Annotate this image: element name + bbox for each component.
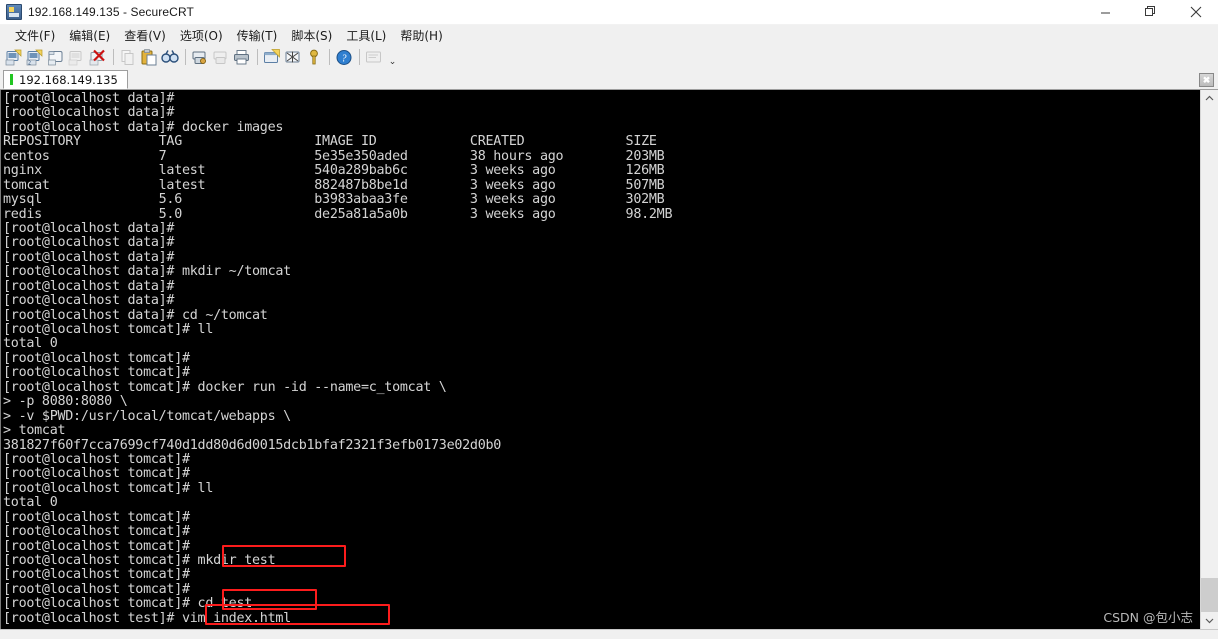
window-controls bbox=[1083, 0, 1218, 24]
terminal-line: [root@localhost tomcat]# mkdir test bbox=[3, 553, 276, 568]
title-bar: 192.168.149.135 - SecureCRT bbox=[0, 0, 1218, 25]
toolbar-overflow-button[interactable]: ⌄ bbox=[387, 47, 398, 67]
terminal-line: [root@localhost data]# bbox=[3, 235, 175, 251]
key-icon[interactable] bbox=[304, 47, 323, 67]
status-bar bbox=[0, 629, 1218, 639]
terminal-line: [root@localhost tomcat]# bbox=[3, 538, 190, 554]
clone-session-icon[interactable] bbox=[46, 47, 65, 67]
terminal-line: [root@localhost tomcat]# bbox=[3, 350, 190, 366]
terminal-line: [root@localhost data]# docker images bbox=[3, 119, 284, 135]
menu-help[interactable]: 帮助(H) bbox=[393, 25, 449, 46]
terminal-line: [root@localhost data]# bbox=[3, 220, 175, 236]
session-options-icon[interactable] bbox=[262, 47, 281, 67]
terminal-line: [root@localhost tomcat]# bbox=[3, 524, 190, 540]
securecrt-app-icon bbox=[6, 4, 22, 20]
terminal-line: [root@localhost tomcat]# docker run -id … bbox=[3, 379, 447, 395]
terminal-line: [root@localhost tomcat]# ll bbox=[3, 480, 214, 496]
terminal-line: redis 5.0 de25a81a5a0b 3 weeks ago 98.2M… bbox=[3, 206, 673, 222]
tab-status-indicator-icon bbox=[10, 74, 13, 85]
menu-file[interactable]: 文件(F) bbox=[8, 25, 62, 46]
menu-script[interactable]: 脚本(S) bbox=[284, 25, 339, 46]
terminal-line: [root@localhost tomcat]# bbox=[3, 451, 190, 467]
terminal-line: [root@localhost tomcat]# bbox=[3, 466, 190, 482]
log-session-icon[interactable] bbox=[190, 47, 209, 67]
new-session-icon[interactable] bbox=[4, 47, 23, 67]
tab-label: 192.168.149.135 bbox=[19, 72, 118, 87]
disconnect-icon[interactable] bbox=[88, 47, 107, 67]
terminal-line: [root@localhost test]# vim index.html bbox=[3, 610, 291, 626]
watermark: CSDN @包小志 bbox=[1103, 610, 1193, 625]
terminal-line: [root@localhost tomcat]# cd test bbox=[3, 596, 253, 612]
terminal-line: [root@localhost data]# bbox=[3, 293, 175, 309]
terminal-area: [root@localhost data]# [root@localhost da… bbox=[0, 90, 1218, 629]
find-icon[interactable] bbox=[160, 47, 179, 67]
chat-window-icon[interactable] bbox=[364, 47, 383, 67]
connect-sftp-icon[interactable]: 2 bbox=[25, 47, 44, 67]
terminal-output[interactable]: [root@localhost data]# [root@localhost da… bbox=[1, 90, 1200, 629]
terminal-line: REPOSITORY TAG IMAGE ID CREATED SIZE bbox=[3, 134, 657, 150]
scrollbar-thumb[interactable] bbox=[1201, 578, 1218, 612]
toolbar-separator-5 bbox=[359, 49, 360, 65]
svg-text:2: 2 bbox=[28, 60, 31, 66]
menu-edit[interactable]: 编辑(E) bbox=[62, 25, 117, 46]
clear-screen-icon[interactable] bbox=[283, 47, 302, 67]
copy-icon[interactable] bbox=[118, 47, 137, 67]
terminal-line: > -p 8080:8080 \ bbox=[3, 394, 128, 410]
terminal-line: [root@localhost tomcat]# bbox=[3, 365, 190, 381]
terminal-line: tomcat latest 882487b8be1d 3 weeks ago 5… bbox=[3, 177, 665, 193]
terminal-line: [root@localhost tomcat]# bbox=[3, 509, 190, 525]
close-button[interactable] bbox=[1173, 0, 1218, 24]
terminal-line: [root@localhost tomcat]# ll bbox=[3, 322, 214, 337]
svg-text:?: ? bbox=[341, 53, 346, 64]
menu-options[interactable]: 选项(O) bbox=[173, 25, 230, 46]
menu-transfer[interactable]: 传输(T) bbox=[230, 25, 285, 46]
reconnect-icon[interactable] bbox=[67, 47, 86, 67]
tool-bar: 2 ? ⌄ bbox=[0, 45, 1218, 69]
terminal-line: [root@localhost data]# bbox=[3, 278, 175, 294]
terminal-scrollbar[interactable] bbox=[1200, 90, 1218, 629]
menu-view[interactable]: 查看(V) bbox=[117, 25, 173, 46]
tab-bar: 192.168.149.135 ✖ bbox=[0, 69, 1218, 90]
window-title: 192.168.149.135 - SecureCRT bbox=[28, 5, 194, 19]
print-screen-icon[interactable] bbox=[211, 47, 230, 67]
toolbar-separator-2 bbox=[185, 49, 186, 65]
terminal-line: total 0 bbox=[3, 336, 58, 352]
terminal-line: mysql 5.6 b3983abaa3fe 3 weeks ago 302MB bbox=[3, 192, 665, 208]
tab-session-192-168-149-135[interactable]: 192.168.149.135 bbox=[3, 70, 128, 89]
terminal-line: [root@localhost data]# bbox=[3, 249, 175, 265]
terminal-line: nginx latest 540a289bab6c 3 weeks ago 12… bbox=[3, 163, 665, 179]
print-icon[interactable] bbox=[232, 47, 251, 67]
terminal-line: [root@localhost tomcat]# bbox=[3, 581, 190, 597]
toolbar-separator-3 bbox=[257, 49, 258, 65]
maximize-restore-button[interactable] bbox=[1128, 0, 1173, 24]
close-tab-button[interactable]: ✖ bbox=[1199, 73, 1214, 87]
securecrt-window: 192.168.149.135 - SecureCRT 文件(F) 编辑(E) bbox=[0, 0, 1218, 639]
menu-bar: 文件(F) 编辑(E) 查看(V) 选项(O) 传输(T) 脚本(S) 工具(L… bbox=[0, 25, 1218, 45]
scroll-down-button[interactable] bbox=[1201, 612, 1218, 629]
menu-tools[interactable]: 工具(L) bbox=[339, 25, 393, 46]
terminal-line: > tomcat bbox=[3, 423, 66, 439]
terminal-line: [root@localhost data]# mkdir ~/tomcat bbox=[3, 264, 291, 280]
terminal-line: [root@localhost data]# bbox=[3, 105, 175, 121]
scroll-up-button[interactable] bbox=[1201, 90, 1218, 107]
terminal-line: 381827f60f7cca7699cf740d1dd80d6d0015dcb1… bbox=[3, 437, 502, 453]
paste-icon[interactable] bbox=[139, 47, 158, 67]
terminal-line: centos 7 5e35e350aded 38 hours ago 203MB bbox=[3, 148, 665, 164]
scrollbar-track[interactable] bbox=[1201, 107, 1218, 612]
terminal-line: [root@localhost data]# bbox=[3, 91, 175, 106]
minimize-button[interactable] bbox=[1083, 0, 1128, 24]
toolbar-separator-1 bbox=[113, 49, 114, 65]
terminal-line: total 0 bbox=[3, 495, 58, 511]
terminal-line: [root@localhost data]# cd ~/tomcat bbox=[3, 307, 268, 323]
toolbar-separator-4 bbox=[329, 49, 330, 65]
help-icon[interactable]: ? bbox=[334, 47, 353, 67]
terminal-line: [root@localhost tomcat]# bbox=[3, 567, 190, 583]
terminal-line: > -v $PWD:/usr/local/tomcat/webapps \ bbox=[3, 408, 291, 424]
